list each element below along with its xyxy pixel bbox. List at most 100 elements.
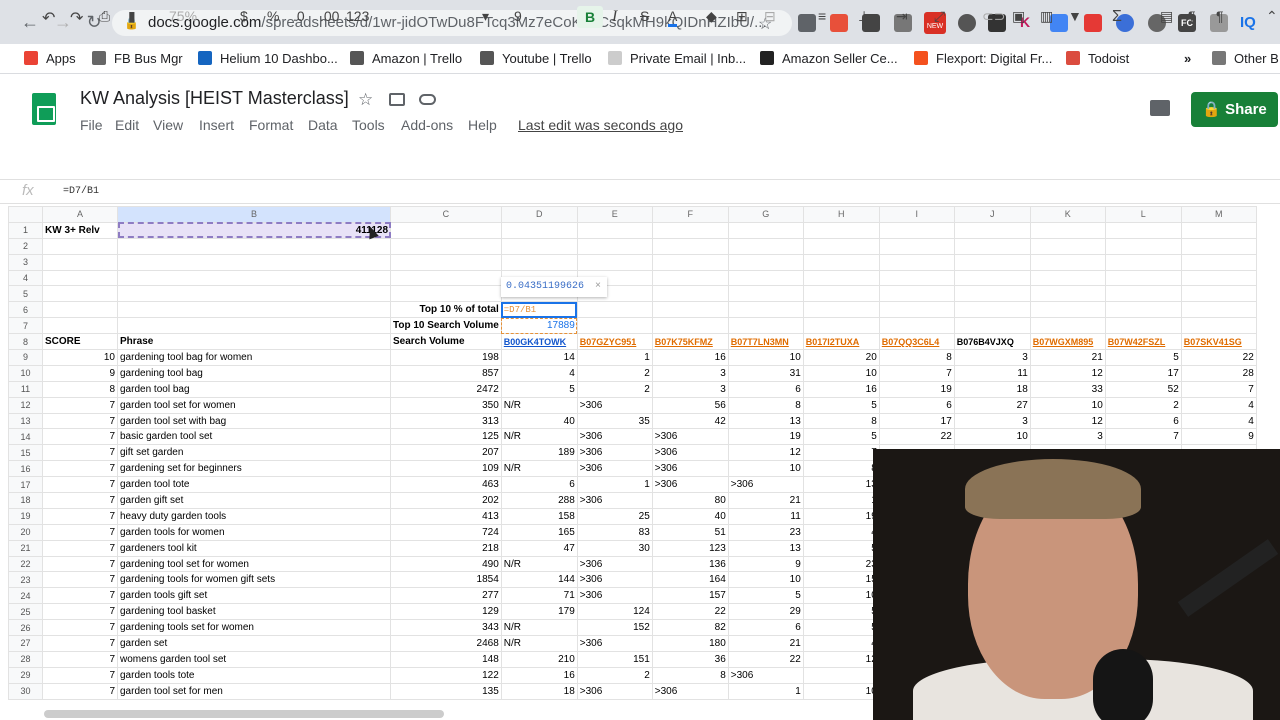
- bookmark-apps[interactable]: Apps: [24, 51, 76, 66]
- rank-cell[interactable]: 20: [802, 349, 880, 366]
- menu-edit[interactable]: Edit: [115, 117, 139, 133]
- rank-cell[interactable]: >306: [576, 396, 653, 414]
- score-cell[interactable]: 7: [42, 635, 118, 652]
- search-volume-cell[interactable]: 2472: [390, 380, 502, 398]
- horizontal-align-icon[interactable]: ≡: [818, 8, 826, 24]
- asin-link[interactable]: B07W42FSZL: [1104, 333, 1182, 351]
- bookmarks-overflow[interactable]: »: [1184, 51, 1191, 66]
- rank-cell[interactable]: >306: [727, 666, 804, 684]
- rank-cell[interactable]: 82: [651, 619, 729, 637]
- column-header[interactable]: I: [878, 206, 955, 223]
- document-title[interactable]: KW Analysis [HEIST Masterclass]: [80, 88, 349, 109]
- row-header[interactable]: 23: [8, 571, 43, 589]
- rank-cell[interactable]: 21: [727, 492, 804, 509]
- score-cell[interactable]: 7: [42, 412, 118, 430]
- rank-cell[interactable]: 5: [1104, 349, 1182, 366]
- rank-cell[interactable]: 17: [878, 412, 955, 430]
- rank-cell[interactable]: 2: [576, 380, 653, 398]
- rank-cell[interactable]: 4: [1180, 396, 1257, 414]
- row-header[interactable]: 28: [8, 650, 43, 668]
- rank-cell[interactable]: 7: [802, 444, 880, 462]
- rank-cell[interactable]: >306: [651, 682, 729, 700]
- rank-cell[interactable]: 10: [727, 571, 804, 589]
- phrase-cell[interactable]: garden tool set for men: [117, 682, 391, 700]
- input-tools-icon[interactable]: ▤: [1160, 8, 1173, 25]
- rank-cell[interactable]: 8: [727, 396, 804, 414]
- rank-cell[interactable]: >306: [576, 555, 653, 573]
- rank-cell[interactable]: 11: [727, 507, 804, 525]
- row-header[interactable]: 17: [8, 476, 43, 494]
- cell[interactable]: [953, 221, 1031, 239]
- row-header[interactable]: 4: [8, 269, 43, 287]
- phrase-cell[interactable]: gardening tool bag for women: [117, 349, 391, 366]
- score-cell[interactable]: 7: [42, 603, 118, 621]
- rank-cell[interactable]: 47: [500, 539, 578, 557]
- rank-cell[interactable]: 13: [727, 539, 804, 557]
- rank-cell[interactable]: 10: [802, 682, 880, 700]
- ltr-icon[interactable]: ¶: [1188, 8, 1196, 24]
- search-volume-cell[interactable]: 490: [390, 555, 502, 573]
- phrase-cell[interactable]: gift set garden: [117, 444, 391, 462]
- rank-cell[interactable]: 1: [802, 492, 880, 509]
- rank-cell[interactable]: 7: [1104, 428, 1182, 446]
- phrase-cell[interactable]: gardening tools set for women: [117, 619, 391, 637]
- rank-cell[interactable]: 36: [651, 650, 729, 668]
- row-header[interactable]: 19: [8, 507, 43, 525]
- asin-link[interactable]: B017I2TUXA: [802, 333, 880, 351]
- row-header[interactable]: 15: [8, 444, 43, 462]
- phrase-cell[interactable]: garden tools for women: [117, 523, 391, 541]
- rank-cell[interactable]: 6: [1104, 412, 1182, 430]
- search-volume-cell[interactable]: 277: [390, 587, 502, 605]
- cell[interactable]: [878, 221, 955, 239]
- score-cell[interactable]: 7: [42, 444, 118, 462]
- row-header[interactable]: 6: [8, 301, 43, 319]
- cell[interactable]: [802, 221, 880, 239]
- rank-cell[interactable]: 22: [651, 603, 729, 621]
- rank-cell[interactable]: >306: [651, 476, 729, 494]
- rank-cell[interactable]: >306: [576, 492, 653, 509]
- score-cell[interactable]: 7: [42, 539, 118, 557]
- rank-cell[interactable]: 8: [878, 349, 955, 366]
- rank-cell[interactable]: 35: [576, 412, 653, 430]
- menu-tools[interactable]: Tools: [352, 117, 385, 133]
- text-rotation-icon[interactable]: ⤢: [934, 8, 945, 25]
- row-header[interactable]: 14: [8, 428, 43, 446]
- search-volume-cell[interactable]: 724: [390, 523, 502, 541]
- row-header[interactable]: 8: [8, 333, 43, 351]
- rank-cell[interactable]: 71: [500, 587, 578, 605]
- row-header[interactable]: 12: [8, 396, 43, 414]
- rank-cell[interactable]: 1: [576, 349, 653, 366]
- rank-cell[interactable]: 18: [953, 380, 1031, 398]
- rank-cell[interactable]: 1: [727, 682, 804, 700]
- filter-icon[interactable]: ▼: [1068, 8, 1082, 24]
- menu-addons[interactable]: Add-ons: [401, 117, 453, 133]
- select-all-corner[interactable]: [8, 206, 43, 223]
- merge-cells-icon[interactable]: ⊟: [764, 8, 776, 25]
- cell[interactable]: [1029, 221, 1106, 239]
- score-cell[interactable]: 7: [42, 666, 118, 684]
- search-volume-cell[interactable]: 218: [390, 539, 502, 557]
- phrase-cell[interactable]: garden tools gift set: [117, 587, 391, 605]
- score-cell[interactable]: 7: [42, 587, 118, 605]
- column-header[interactable]: A: [42, 206, 118, 223]
- asin-link[interactable]: B00GK4TOWK: [500, 333, 578, 351]
- bookmark-amazon-seller[interactable]: Amazon Seller Ce...: [760, 51, 898, 66]
- rank-cell[interactable]: 136: [651, 555, 729, 573]
- row-header[interactable]: 22: [8, 555, 43, 573]
- asin-link[interactable]: B07GZYC951: [576, 333, 653, 351]
- rank-cell[interactable]: 144: [500, 571, 578, 589]
- currency-format-button[interactable]: $: [240, 8, 248, 24]
- rank-cell[interactable]: 5: [802, 619, 880, 637]
- sheets-logo-icon[interactable]: [32, 93, 56, 125]
- rank-cell[interactable]: 288: [500, 492, 578, 509]
- star-icon[interactable]: ☆: [358, 90, 373, 110]
- rank-cell[interactable]: 21: [1029, 349, 1106, 366]
- score-cell[interactable]: 10: [42, 349, 118, 366]
- rank-cell[interactable]: N/R: [500, 555, 578, 573]
- cloud-status-icon[interactable]: [419, 94, 436, 105]
- menu-insert[interactable]: Insert: [199, 117, 234, 133]
- rank-cell[interactable]: 7: [878, 364, 955, 382]
- rank-cell[interactable]: 151: [576, 650, 653, 668]
- score-cell[interactable]: 7: [42, 460, 118, 478]
- share-button[interactable]: 🔒 Share: [1191, 92, 1278, 127]
